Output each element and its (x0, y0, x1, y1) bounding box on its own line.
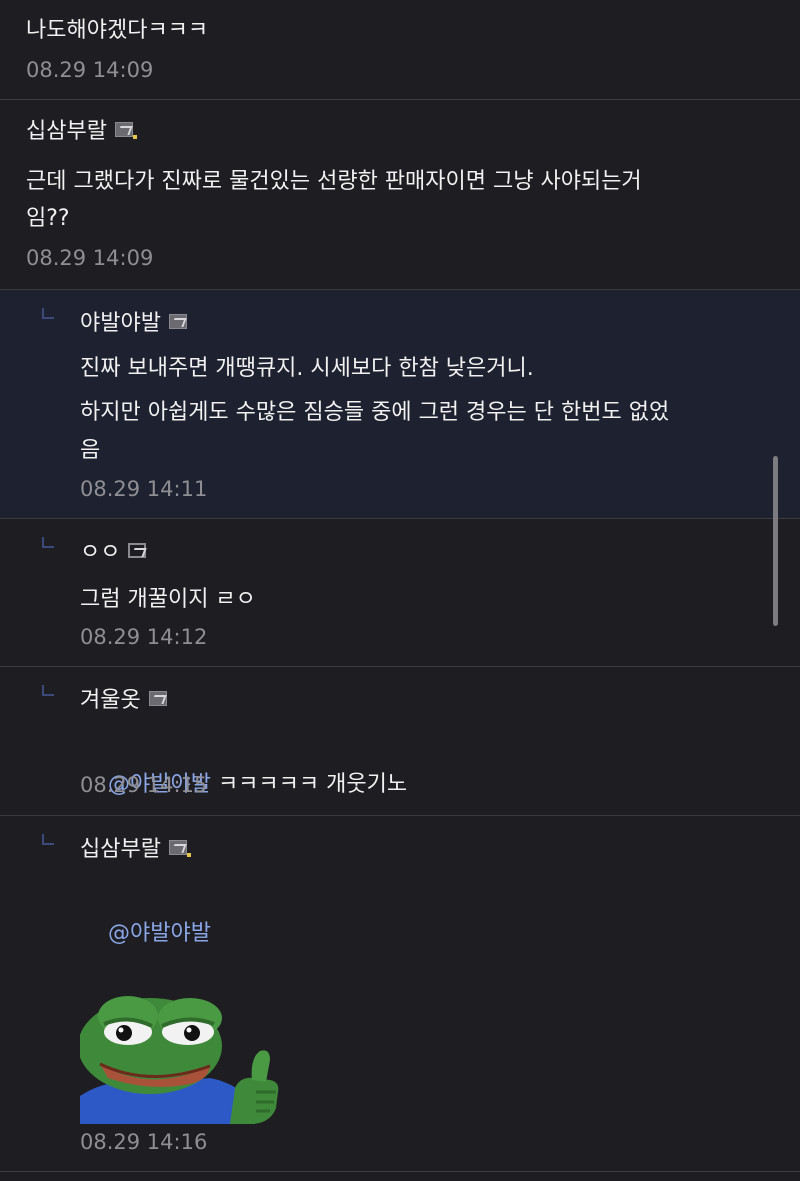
reply-item-highlighted: 야발야발 진짜 보내주면 개땡큐지. 시세보다 한참 낮은거니. 하지만 아쉽게… (0, 290, 800, 519)
comment-text-line: 진짜 보내주면 개땡큐지. 시세보다 한참 낮은거니. (80, 356, 534, 381)
comment-author[interactable]: 야발야발 (80, 305, 161, 337)
comment-text: 나도해야겠다ㅋㅋㅋ (26, 18, 209, 43)
scrollbar-thumb[interactable] (773, 456, 778, 626)
comment-author[interactable]: 십삼부랄 (80, 831, 161, 863)
badge-dot-icon (186, 852, 191, 857)
comment-author[interactable]: 겨울옷 (80, 682, 141, 714)
reply-arrow-icon (42, 308, 54, 319)
comment-text: 그럼 개꿀이지 ㄹㅇ (80, 587, 256, 612)
comment-author-row: 십삼부랄 (26, 113, 137, 145)
level-badge-icon (168, 313, 187, 329)
badge-dot-icon (132, 134, 137, 139)
comment-author-row: 야발야발 (80, 306, 187, 336)
reply-item: 겨울옷 @야발야발 ㅋㅋㅋㅋㅋ 개웃기노 08.29 14:15 (0, 667, 800, 816)
comment-author[interactable]: ㅇㅇ (80, 534, 120, 566)
reply-arrow-icon (42, 834, 54, 845)
level-badge-icon (114, 121, 137, 139)
comment-text-line: 근데 그랬다가 진짜로 물건있는 선량한 판매자이면 그냥 사야되는거 (26, 169, 642, 194)
comment-text: @야발야발 (80, 878, 800, 989)
level-badge-icon (168, 839, 191, 857)
comment-author-row: 십삼부랄 (80, 831, 191, 863)
comment-timestamp: 08.29 14:09 (26, 246, 154, 270)
mention-link[interactable]: @야발야발 (108, 921, 211, 946)
level-badge-icon (148, 690, 167, 706)
comment-text-line: 임?? (26, 206, 70, 231)
comment-text-line: 하지만 아쉽게도 수많은 짐승들 중에 그런 경우는 단 한번도 없었 (80, 400, 670, 425)
frog-thumbs-up-emoticon (80, 996, 290, 1124)
frog-emoticon-icon (80, 996, 279, 1124)
reply-arrow-icon (42, 537, 54, 548)
reply-arrow-icon (42, 685, 54, 696)
comment-author-row: 겨울옷 (80, 683, 167, 713)
comment-author-row: ㅇㅇ (80, 534, 147, 566)
level-badge-icon (128, 542, 147, 558)
comment-text-body: ㅋㅋㅋㅋㅋ 개웃기노 (210, 772, 408, 797)
comment-item: 십삼부랄 근데 그랬다가 진짜로 물건있는 선량한 판매자이면 그냥 사야되는거… (0, 100, 800, 290)
comment-timestamp: 08.29 14:16 (80, 1130, 208, 1154)
comment-timestamp: 08.29 14:09 (26, 58, 154, 82)
reply-item: ㅇㅇ 그럼 개꿀이지 ㄹㅇ 08.29 14:12 (0, 519, 800, 667)
comment-timestamp: 08.29 14:15 (80, 773, 208, 797)
comment-item: 나도해야겠다ㅋㅋㅋ 08.29 14:09 (0, 0, 800, 100)
comment-timestamp: 08.29 14:12 (80, 625, 208, 649)
comment-timestamp: 08.29 14:11 (80, 477, 208, 501)
comment-author[interactable]: 십삼부랄 (26, 113, 107, 145)
comment-text-line: 음 (80, 438, 101, 463)
